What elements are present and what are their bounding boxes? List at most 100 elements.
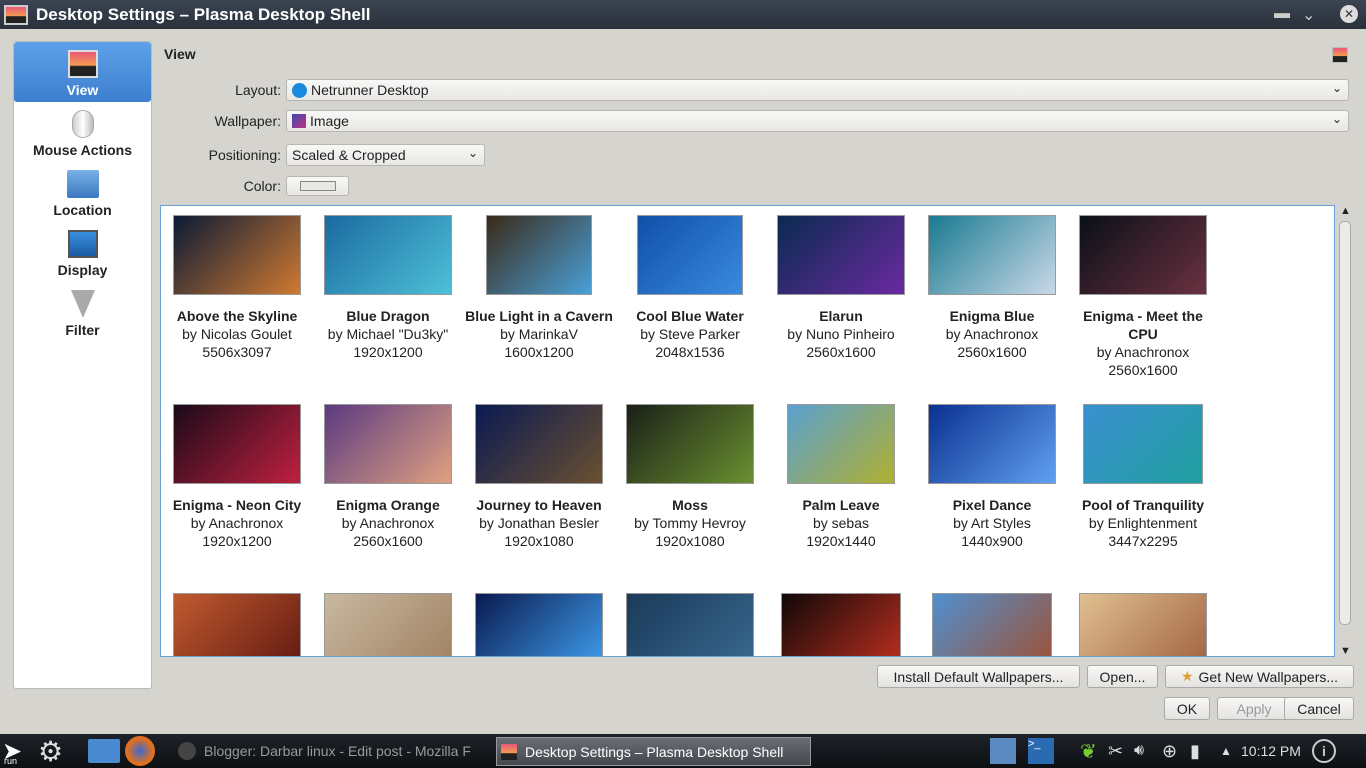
wallpaper-name: Palm Leave (802, 497, 880, 513)
maximize-icon[interactable]: ⌄ (1302, 5, 1315, 25)
wallpaper-item[interactable]: Journey to Heaven by Jonathan Besler 1920x… (464, 404, 614, 550)
wallpaper-resolution: 2560x1600 (1108, 362, 1178, 378)
settings-gear-icon[interactable]: ⚙ (38, 734, 63, 768)
wallpaper-item[interactable]: Blue Light in a Cavern by MarinkaV 1600x12… (464, 215, 614, 361)
wallpaper-item[interactable]: Moss by Tommy Hevroy 1920x1080 (615, 404, 765, 550)
info-icon[interactable]: i (1312, 739, 1336, 763)
wallpaper-item[interactable]: Pixel Dance by Art Styles 1440x900 (917, 404, 1067, 550)
task-label: Blogger: Darbar linux - Edit post - Mozi… (204, 743, 471, 759)
layout-value: Netrunner Desktop (311, 82, 429, 98)
wallpaper-item[interactable] (464, 593, 614, 656)
task-firefox[interactable]: Blogger: Darbar linux - Edit post - Mozi… (178, 734, 471, 768)
volume-icon[interactable]: 🔊︎ (1134, 734, 1144, 768)
wallpaper-author: by Anachronox (1096, 344, 1190, 360)
view-icon (1332, 47, 1348, 63)
wallpaper-item[interactable] (162, 593, 312, 656)
wallpaper-name: Pixel Dance (952, 497, 1032, 513)
chevron-down-icon: ⌄ (1331, 112, 1342, 126)
wallpaper-item[interactable]: Cool Blue Water by Steve Parker 2048x1536 (615, 215, 765, 361)
wallpaper-item[interactable]: Palm Leave by sebas 1920x1440 (766, 404, 916, 550)
sidebar-item-display[interactable]: Display (14, 222, 151, 282)
tray-expand-icon[interactable]: ▲ (1220, 734, 1232, 768)
run-launcher[interactable]: ➤ run (2, 734, 22, 768)
app-task-icon (501, 743, 517, 760)
wallpaper-resolution: 2560x1600 (957, 344, 1027, 360)
wallpaper-thumbnail (777, 215, 905, 295)
install-default-wallpapers-button[interactable]: Install Default Wallpapers... (877, 665, 1080, 688)
scissors-icon[interactable]: ✂ (1108, 734, 1123, 768)
close-icon[interactable]: ✕ (1340, 5, 1358, 23)
wallpaper-name: Journey to Heaven (476, 497, 602, 513)
task-desktop-settings[interactable]: Desktop Settings – Plasma Desktop Shell (496, 737, 811, 766)
wallpaper-item[interactable] (766, 593, 916, 656)
wallpaper-thumbnail (475, 593, 603, 656)
wallpaper-thumbnail (781, 593, 901, 656)
view-panel: View (160, 41, 1354, 63)
wallpaper-item[interactable] (1068, 593, 1218, 656)
get-new-wallpapers-button[interactable]: ★ Get New Wallpapers... (1165, 665, 1354, 688)
cancel-button[interactable]: Cancel (1284, 697, 1354, 720)
netrunner-icon (292, 82, 307, 98)
positioning-select[interactable]: Scaled & Cropped ⌄ (286, 144, 485, 166)
wallpaper-author: by Anachronox (190, 515, 284, 531)
wallpaper-item[interactable]: Above the Skyline by Nicolas Goulet 5506x3… (162, 215, 312, 361)
sidebar-item-location[interactable]: Location (14, 162, 151, 222)
wallpaper-item[interactable] (615, 593, 765, 656)
apply-button[interactable]: Apply (1217, 697, 1291, 720)
usb-icon[interactable]: ⊕ (1162, 734, 1177, 768)
clock[interactable]: 10:12 PM (1241, 734, 1301, 768)
wallpaper-item[interactable] (917, 593, 1067, 656)
wallpaper-thumbnail (637, 215, 743, 295)
filter-icon (70, 290, 95, 318)
wallpaper-resolution: 2560x1600 (353, 533, 423, 549)
wallpaper-author: by Michael "Du3ky" (327, 326, 449, 342)
home-folder-icon[interactable] (88, 739, 120, 763)
wallpaper-item[interactable]: Enigma - Neon City by Anachronox 1920x1200 (162, 404, 312, 550)
wallpaper-author: by sebas (812, 515, 870, 531)
network-manager-icon[interactable]: ❦ (1080, 734, 1097, 768)
wallpaper-name: Enigma - Meet the CPU (1083, 308, 1203, 342)
display-tray-icon[interactable] (990, 738, 1016, 764)
open-button[interactable]: Open... (1087, 665, 1158, 688)
wallpaper-resolution: 1920x1200 (353, 344, 423, 360)
color-swatch (299, 181, 336, 191)
wallpaper-item[interactable]: Elarun by Nuno Pinheiro 2560x1600 (766, 215, 916, 361)
terminal-icon[interactable]: >_ (1028, 738, 1054, 764)
sidebar-item-mouse-actions[interactable]: Mouse Actions (14, 102, 151, 162)
wallpaper-resolution: 1920x1440 (806, 533, 876, 549)
wallpaper-select[interactable]: Image ⌄ (286, 110, 1349, 132)
wallpaper-item[interactable]: Enigma Orange by Anachronox 2560x1600 (313, 404, 463, 550)
battery-icon[interactable]: ▮ (1190, 734, 1200, 768)
wallpaper-item[interactable]: Blue Dragon by Michael "Du3ky" 1920x1200 (313, 215, 463, 361)
wallpaper-thumbnail (928, 404, 1056, 484)
wallpaper-thumbnail (324, 593, 452, 656)
wallpaper-thumbnail (475, 404, 603, 484)
ok-button[interactable]: OK (1164, 697, 1210, 720)
minimize-icon[interactable]: ▬ (1274, 5, 1290, 23)
color-button[interactable] (286, 176, 349, 196)
wallpaper-author: by Enlightenment (1088, 515, 1198, 531)
wallpaper-thumbnail (1079, 593, 1207, 656)
wallpaper-name: Blue Light in a Cavern (465, 308, 613, 324)
sidebar: View Mouse Actions Location Display Filt… (13, 41, 152, 689)
wallpaper-item[interactable]: Pool of Tranquility by Enlightenment 3447x… (1068, 404, 1218, 550)
sidebar-item-label: Mouse Actions (32, 142, 133, 158)
wallpaper-item[interactable]: Enigma - Meet the CPU by Anachronox 2560x1… (1068, 215, 1218, 379)
wallpaper-thumbnail (173, 593, 301, 656)
display-icon (67, 230, 98, 258)
wallpaper-scrollbar[interactable]: ▲ ▼ (1336, 205, 1354, 657)
layout-label: Layout: (235, 82, 281, 98)
title-bar: Desktop Settings – Plasma Desktop Shell … (0, 0, 1366, 29)
wallpaper-item[interactable]: Enigma Blue by Anachronox 2560x1600 (917, 215, 1067, 361)
layout-select[interactable]: Netrunner Desktop ⌄ (286, 79, 1349, 101)
sidebar-item-filter[interactable]: Filter (14, 282, 151, 342)
wallpaper-thumbnail (932, 593, 1052, 656)
wallpaper-author: by Art Styles (953, 515, 1031, 531)
wallpaper-resolution: 1600x1200 (504, 344, 574, 360)
wallpaper-resolution: 1440x900 (961, 533, 1023, 549)
firefox-icon[interactable] (125, 736, 155, 766)
wallpaper-name: Elarun (819, 308, 863, 324)
wallpaper-grid[interactable]: Above the Skyline by Nicolas Goulet 5506x3… (160, 205, 1335, 657)
wallpaper-item[interactable] (313, 593, 463, 656)
sidebar-item-view[interactable]: View (14, 42, 151, 102)
